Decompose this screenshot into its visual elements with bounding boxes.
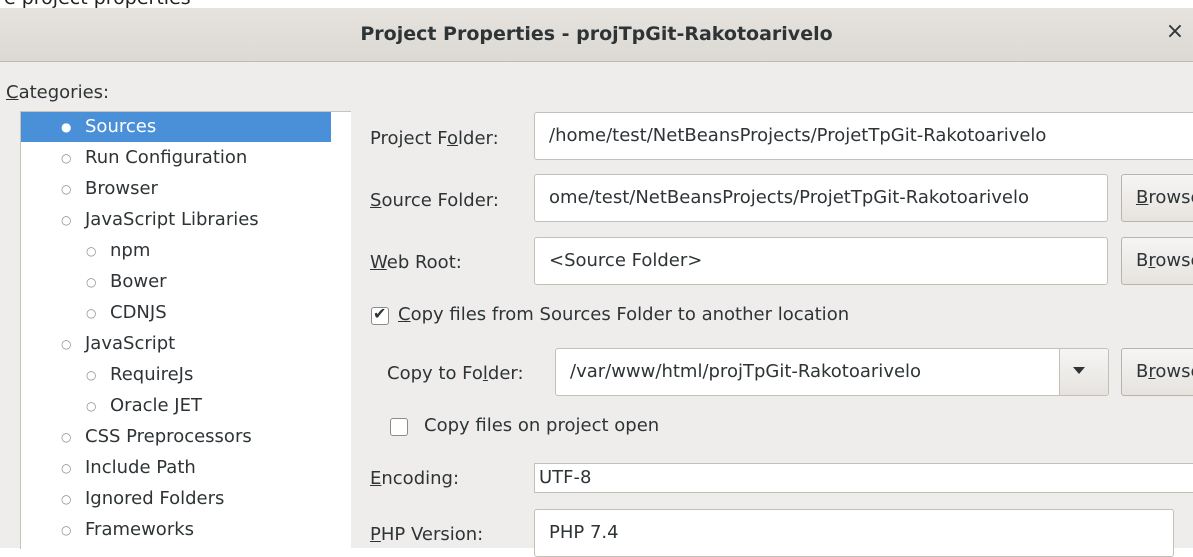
copy-files-label-mnemonic: C — [398, 304, 411, 325]
tree-item-label: npm — [110, 240, 151, 261]
categories-tree[interactable]: ●Sources○Run Configuration○Browser▼○Java… — [20, 111, 351, 549]
tree-item-label: Frameworks — [85, 519, 195, 540]
tree-item-label: Oracle JET — [110, 395, 202, 416]
web-root-label-mnemonic: W — [370, 252, 387, 273]
tree-item-ignored-folders[interactable]: ○ Ignored Folders — [21, 484, 331, 514]
categories-label-rest: ategories: — [18, 82, 110, 103]
background-window-title: e project properties — [0, 0, 1193, 8]
tree-item-label: Ignored Folders — [85, 488, 225, 509]
bullet-icon: ○ — [61, 182, 72, 196]
web-root-label-post: eb Root: — [386, 252, 462, 273]
copy-to-folder-combo[interactable]: /var/www/html/projTpGit-Rakotoarivelo — [555, 348, 1109, 396]
tree-item-npm[interactable]: ○ npm — [21, 236, 331, 266]
web-root-browse-pre: B — [1136, 250, 1149, 271]
bullet-icon: ● — [61, 120, 72, 134]
bullet-icon: ○ — [86, 306, 97, 320]
bullet-icon: ○ — [61, 461, 72, 475]
copy-files-checkbox[interactable]: ✔ — [371, 304, 389, 325]
bullet-icon: ○ — [61, 523, 72, 537]
project-folder-label-post: lder: — [458, 128, 499, 149]
tree-item-label: CSS Preprocessors — [85, 426, 252, 447]
bullet-icon: ○ — [61, 337, 72, 351]
web-root-label: Web Root: — [370, 252, 462, 273]
source-browse-mnemonic: B — [1136, 187, 1149, 208]
tree-item-javascript[interactable]: ▼○JavaScript — [21, 329, 331, 359]
copy-to-folder-value: /var/www/html/projTpGit-Rakotoarivelo — [570, 361, 922, 382]
tree-item-browser[interactable]: ○ Browser — [21, 174, 331, 204]
chevron-down-icon — [1073, 367, 1085, 374]
bullet-icon: ○ — [61, 151, 72, 165]
copy-on-open-checkbox[interactable] — [390, 418, 408, 436]
encoding-combo[interactable]: UTF-8 — [534, 463, 1193, 493]
tree-item-oracle-jet[interactable]: ○ Oracle JET — [21, 391, 331, 421]
encoding-label-post: ncoding: — [381, 468, 460, 489]
php-version-label-post: HP Version: — [380, 524, 484, 545]
categories-mnemonic: C — [6, 82, 19, 103]
tree-item-bower[interactable]: ○ Bower — [21, 267, 331, 297]
project-folder-field[interactable]: /home/test/NetBeansProjects/ProjetTpGit-… — [534, 112, 1193, 160]
copy-browse-pre: B — [1136, 361, 1149, 382]
categories-label: Categories: — [6, 82, 109, 103]
copy-to-folder-browse-button[interactable]: Browse... — [1121, 348, 1193, 396]
bullet-icon: ○ — [61, 430, 72, 444]
encoding-label: Encoding: — [370, 468, 459, 489]
encoding-label-mnemonic: E — [370, 468, 382, 489]
copy-on-open-label-pre: Copy files on pro — [424, 415, 576, 436]
tree-item-label: Run Configuration — [85, 147, 248, 168]
php-version-combo[interactable]: PHP 7.4 — [534, 509, 1174, 557]
copy-to-folder-label: Copy to Folder: — [387, 363, 524, 384]
tree-item-label: Include Path — [85, 457, 196, 478]
source-folder-label-post: ource Folder: — [381, 190, 499, 211]
source-browse-post: rowse... — [1148, 187, 1193, 208]
bullet-icon: ○ — [61, 492, 72, 506]
project-properties-dialog: Categories: ● Sources ○ Run Configuration ○ B… — [0, 62, 1193, 557]
source-folder-field[interactable]: ome/test/NetBeansProjects/ProjetTpGit-Ra… — [534, 174, 1108, 222]
copy-browse-post: owse... — [1155, 361, 1193, 382]
checkmark-icon: ✔ — [373, 304, 387, 323]
copy-to-folder-dropdown-button[interactable] — [1059, 349, 1108, 395]
copy-to-folder-label-post: der: — [487, 363, 524, 384]
dialog-titlebar: Project Properties - projTpGit-Rakotoari… — [0, 8, 1193, 62]
web-root-browse-post: owse... — [1155, 250, 1193, 271]
bullet-icon: ○ — [86, 275, 97, 289]
tree-item-label: JavaScript Libraries — [85, 209, 259, 230]
tree-item-javascript-libraries[interactable]: ▼○JavaScript Libraries — [21, 205, 331, 235]
tree-item-requirejs[interactable]: ○ RequireJs — [21, 360, 331, 390]
source-folder-browse-button[interactable]: Browse... — [1121, 174, 1193, 222]
project-folder-label: Project Folder: — [370, 128, 499, 149]
copy-on-open-label-post: ect open — [580, 415, 660, 436]
web-root-field[interactable]: <Source Folder> — [534, 237, 1108, 285]
tree-item-label: Bower — [110, 271, 167, 292]
background-window-title-text: e project properties — [4, 0, 191, 8]
tree-item-label: JavaScript — [85, 333, 176, 354]
tree-item-label: CDNJS — [110, 302, 167, 323]
tree-item-include-path[interactable]: ○ Include Path — [21, 453, 331, 483]
project-folder-label-mnemonic: o — [447, 128, 459, 149]
project-folder-label-pre: Project F — [370, 128, 448, 149]
bullet-icon: ○ — [86, 244, 97, 258]
tree-item-css-preprocessors[interactable]: ○ CSS Preprocessors — [21, 422, 331, 452]
source-folder-label: Source Folder: — [370, 190, 499, 211]
tree-item-label: RequireJs — [110, 364, 194, 385]
dialog-title: Project Properties - projTpGit-Rakotoari… — [360, 23, 833, 45]
copy-files-label-post: opy files from Sources Folder to another… — [410, 304, 850, 325]
php-version-label-mnemonic: P — [370, 524, 381, 545]
php-version-label: PHP Version: — [370, 524, 483, 545]
tree-item-cdnjs[interactable]: ○ CDNJS — [21, 298, 331, 328]
tree-item-frameworks[interactable]: ▼○Frameworks — [21, 515, 331, 545]
bullet-icon: ○ — [86, 368, 97, 382]
bullet-icon: ○ — [86, 399, 97, 413]
tree-item-label: Browser — [85, 178, 158, 199]
tree-item-sources[interactable]: ● Sources — [21, 112, 331, 142]
copy-files-label[interactable]: Copy files from Sources Folder to anothe… — [398, 304, 849, 325]
tree-item-label: Sources — [85, 116, 157, 137]
close-icon[interactable]: × — [1163, 20, 1187, 44]
copy-to-folder-label-pre: Copy to Fo — [387, 363, 483, 384]
tree-item-run-configuration[interactable]: ○ Run Configuration — [21, 143, 331, 173]
source-folder-label-mnemonic: S — [370, 190, 382, 211]
copy-on-open-label[interactable]: Copy files on project open — [424, 415, 659, 436]
web-root-browse-button[interactable]: Browse... — [1121, 237, 1193, 285]
bullet-icon: ○ — [61, 213, 72, 227]
